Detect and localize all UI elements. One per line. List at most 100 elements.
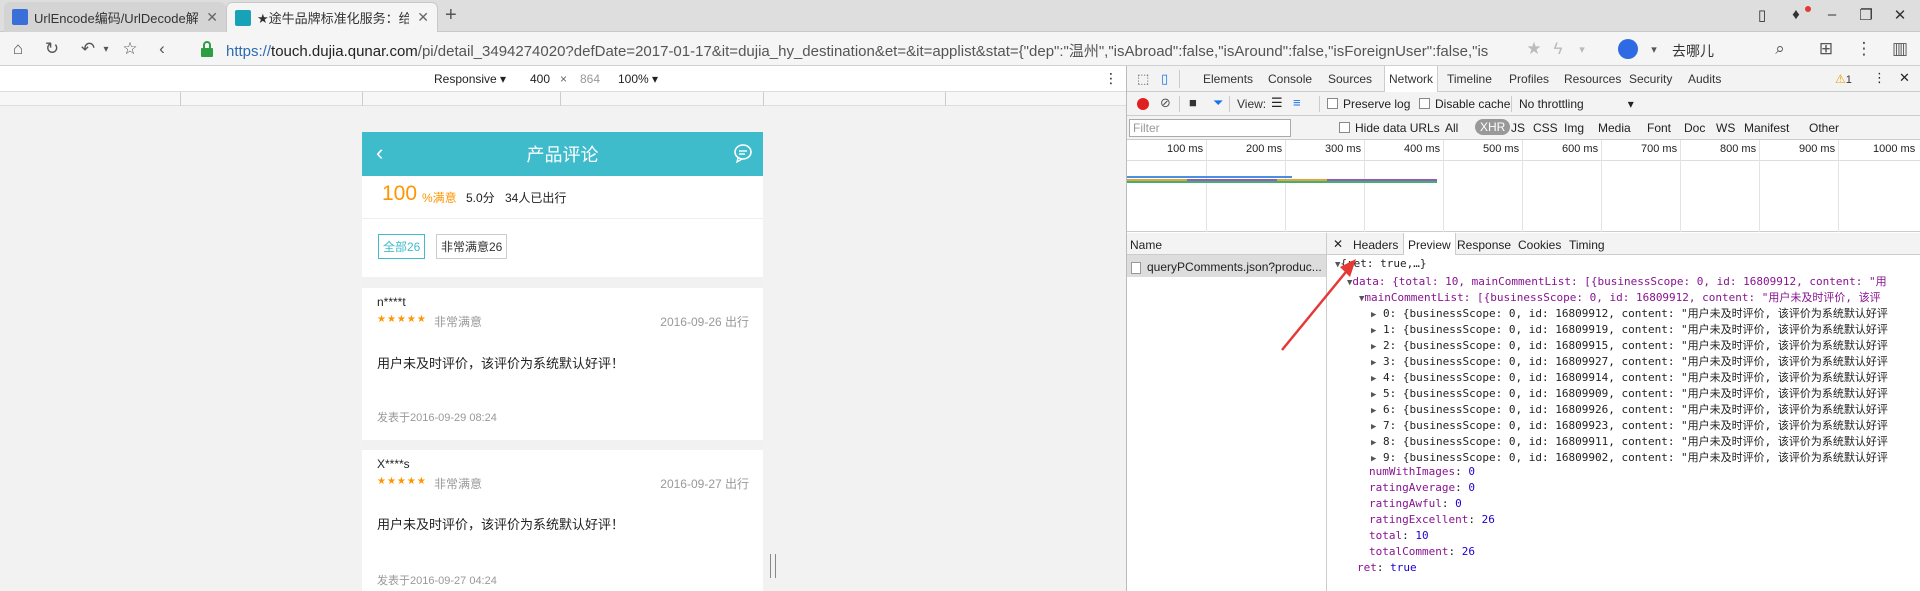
- menu-icon[interactable]: ⋮: [1854, 39, 1874, 59]
- devtools-tab-timeline[interactable]: Timeline: [1447, 72, 1492, 86]
- filter-icon[interactable]: ⏷: [1213, 95, 1223, 111]
- filter-very-satisfied-button[interactable]: 非常满意26: [436, 234, 508, 259]
- disable-cache-checkbox[interactable]: [1419, 98, 1430, 109]
- devtools-tab-resources[interactable]: Resources: [1564, 72, 1621, 86]
- more-options-icon[interactable]: ⋮: [1104, 70, 1118, 87]
- type-filter-xhr[interactable]: XHR: [1475, 119, 1511, 135]
- warning-icon[interactable]: ⚠1: [1835, 72, 1852, 86]
- rating-summary: 100 %满意 5.0分 34人已出行 全部26 非常满意26: [362, 176, 763, 277]
- type-filter-all[interactable]: All: [1445, 121, 1458, 135]
- undo-dropdown-icon[interactable]: ▾: [96, 44, 116, 55]
- devtools-tab-sources[interactable]: Sources: [1328, 72, 1372, 86]
- devtools-close-icon[interactable]: ✕: [1899, 70, 1910, 86]
- name-column-header[interactable]: Name: [1127, 233, 1326, 255]
- viewport-width-input[interactable]: 400: [530, 72, 550, 86]
- type-filter-ws[interactable]: WS: [1716, 121, 1735, 135]
- close-tab-icon[interactable]: ✕: [417, 9, 429, 26]
- devtools-tab-profiles[interactable]: Profiles: [1509, 72, 1549, 86]
- filter-input[interactable]: Filter: [1129, 119, 1291, 137]
- json-list-item[interactable]: ▶ 2: {businessScope: 0, id: 16809915, co…: [1371, 337, 1888, 353]
- type-filter-doc[interactable]: Doc: [1684, 121, 1705, 135]
- undo-icon[interactable]: ↶: [78, 39, 98, 59]
- overview-icon[interactable]: ≡: [1293, 95, 1301, 110]
- json-list-item[interactable]: ▶ 9: {businessScope: 0, id: 16809902, co…: [1371, 449, 1888, 465]
- search-icon[interactable]: ⌕: [1770, 39, 1790, 59]
- json-field: numWithImages: 0: [1369, 465, 1475, 478]
- close-tab-icon[interactable]: ✕: [206, 9, 218, 26]
- viewport-height-input[interactable]: 864: [580, 72, 600, 86]
- minimize-icon[interactable]: –: [1820, 6, 1844, 23]
- browser-tab-urlencode[interactable]: UrlEncode编码/UrlDecode解 ✕: [4, 2, 226, 32]
- devtools-tab-security[interactable]: Security: [1629, 72, 1672, 86]
- json-preview: ▼{ret: true,…} ▼data: {total: 10, mainCo…: [1327, 255, 1920, 591]
- search-engine-icon[interactable]: [1618, 39, 1638, 59]
- clear-icon[interactable]: ⊘: [1160, 95, 1171, 111]
- device-mode-select[interactable]: Responsive ▾: [434, 72, 506, 86]
- home-icon[interactable]: ⌂: [8, 39, 28, 59]
- throttling-select[interactable]: No throttling ▾: [1519, 97, 1634, 111]
- type-filter-css[interactable]: CSS: [1533, 121, 1558, 135]
- json-list-item[interactable]: ▶ 0: {businessScope: 0, id: 16809912, co…: [1371, 305, 1888, 321]
- url-dropdown-icon[interactable]: ▾: [1572, 43, 1592, 56]
- devtools-tab-elements[interactable]: Elements: [1203, 72, 1253, 86]
- devtools-tab-audits[interactable]: Audits: [1688, 72, 1721, 86]
- filter-all-button[interactable]: 全部26: [378, 234, 426, 259]
- detail-tab-headers[interactable]: Headers: [1353, 238, 1398, 252]
- resize-handle[interactable]: [770, 554, 776, 578]
- view-label: View:: [1237, 97, 1267, 111]
- json-data-node[interactable]: ▼data: {total: 10, mainCommentList: [{bu…: [1347, 273, 1887, 289]
- type-filter-media[interactable]: Media: [1598, 121, 1631, 135]
- zoom-select[interactable]: 100% ▾: [618, 72, 658, 86]
- record-icon[interactable]: [1137, 98, 1149, 110]
- type-filter-manifest[interactable]: Manifest: [1744, 121, 1789, 135]
- type-filter-other[interactable]: Other: [1809, 121, 1839, 135]
- type-filter-img[interactable]: Img: [1564, 121, 1584, 135]
- detail-tab-cookies[interactable]: Cookies: [1518, 238, 1561, 252]
- devtools-tab-network[interactable]: Network: [1384, 66, 1439, 92]
- json-list-item[interactable]: ▶ 5: {businessScope: 0, id: 16809909, co…: [1371, 385, 1888, 401]
- bookmark-icon[interactable]: ☆: [120, 39, 140, 59]
- lock-icon: [200, 41, 214, 57]
- cart-icon[interactable]: ⊞: [1816, 39, 1836, 59]
- json-list-item[interactable]: ▶ 7: {businessScope: 0, id: 16809923, co…: [1371, 417, 1888, 433]
- favorite-star-icon[interactable]: ★: [1524, 39, 1544, 59]
- large-rows-icon[interactable]: ☰: [1271, 95, 1283, 111]
- devtools-menu-icon[interactable]: ⋮: [1873, 70, 1886, 86]
- flash-icon[interactable]: ϟ: [1548, 39, 1568, 59]
- detail-tab-preview[interactable]: Preview: [1403, 233, 1456, 255]
- json-list-item[interactable]: ▶ 8: {businessScope: 0, id: 16809911, co…: [1371, 433, 1888, 449]
- engine-dropdown-icon[interactable]: ▾: [1644, 43, 1664, 56]
- json-list-item[interactable]: ▶ 4: {businessScope: 0, id: 16809914, co…: [1371, 369, 1888, 385]
- back-icon[interactable]: ‹: [152, 39, 172, 59]
- type-filter-font[interactable]: Font: [1647, 121, 1671, 135]
- close-detail-icon[interactable]: ✕: [1333, 237, 1343, 251]
- site-favicon-icon: [235, 9, 251, 26]
- hide-data-urls-checkbox[interactable]: [1339, 122, 1350, 133]
- screenshot-icon[interactable]: ■: [1189, 95, 1197, 110]
- reload-icon[interactable]: ↻: [42, 39, 62, 59]
- json-list-item[interactable]: ▶ 3: {businessScope: 0, id: 16809927, co…: [1371, 353, 1888, 369]
- browser-tab-tuniu[interactable]: ★途牛品牌标准化服务：给您 ✕: [226, 2, 438, 32]
- tab-list-icon[interactable]: ▯: [1750, 6, 1774, 24]
- back-arrow-icon[interactable]: ‹: [376, 140, 383, 166]
- json-list-item[interactable]: ▶ 1: {businessScope: 0, id: 16809919, co…: [1371, 321, 1888, 337]
- close-window-icon[interactable]: ✕: [1888, 6, 1912, 24]
- preserve-log-checkbox[interactable]: [1327, 98, 1338, 109]
- url-scheme: https://: [226, 43, 272, 60]
- device-toggle-icon[interactable]: ▯: [1161, 71, 1168, 87]
- review-stars: ★★★★★: [377, 476, 427, 487]
- devtools-tab-console[interactable]: Console: [1268, 72, 1312, 86]
- chat-icon[interactable]: [733, 143, 753, 164]
- json-main-comment-list[interactable]: ▼mainCommentList: [{businessScope: 0, id…: [1359, 289, 1881, 305]
- search-box[interactable]: 去哪儿: [1672, 41, 1714, 61]
- type-filter-js[interactable]: JS: [1511, 121, 1525, 135]
- maximize-icon[interactable]: ❐: [1854, 6, 1878, 24]
- json-list-item[interactable]: ▶ 6: {businessScope: 0, id: 16809926, co…: [1371, 401, 1888, 417]
- new-tab-icon[interactable]: +: [445, 5, 457, 25]
- detail-tab-timing[interactable]: Timing: [1569, 238, 1605, 252]
- sidebar-toggle-icon[interactable]: ▥: [1890, 39, 1910, 59]
- inspect-icon[interactable]: ⬚: [1137, 71, 1149, 87]
- url-field[interactable]: https://touch.dujia.qunar.com/pi/detail_…: [226, 40, 1526, 61]
- detail-tab-response[interactable]: Response: [1457, 238, 1511, 252]
- timeline-tick: 900 ms: [1799, 143, 1836, 155]
